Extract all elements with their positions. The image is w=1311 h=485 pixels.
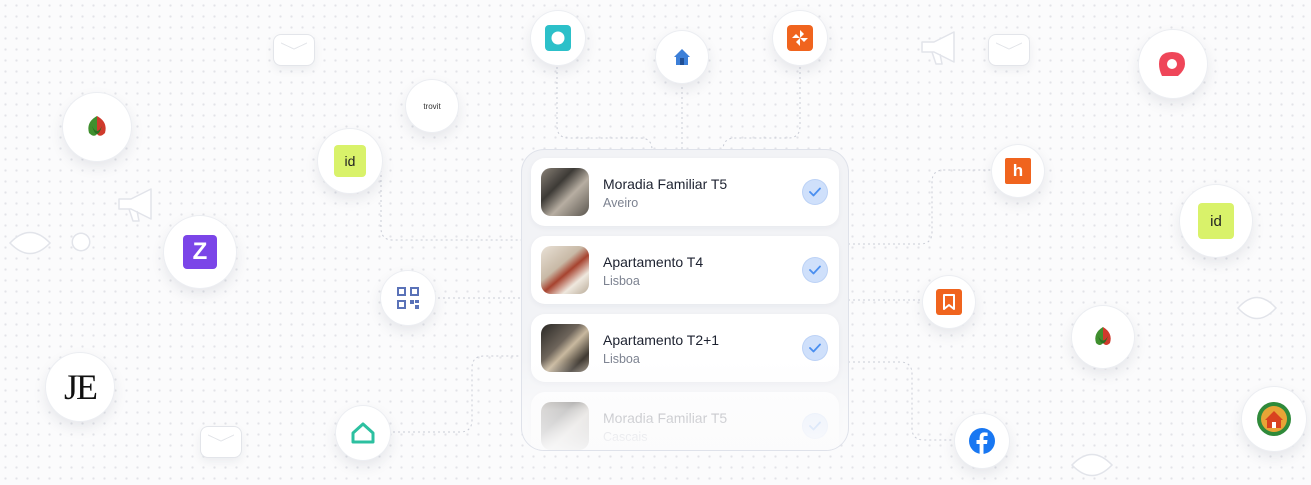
listing-thumbnail bbox=[541, 324, 589, 372]
house-icon bbox=[674, 49, 690, 65]
listing-thumbnail bbox=[541, 246, 589, 294]
leaf-ghost-icon bbox=[8, 231, 52, 255]
listing-title: Moradia Familiar T5 bbox=[603, 176, 728, 192]
zome-logo-node[interactable]: Z bbox=[164, 216, 236, 288]
trovit-wordmark: trovit bbox=[423, 101, 441, 111]
selected-check[interactable] bbox=[803, 258, 827, 282]
bookmark-logo-node[interactable] bbox=[923, 276, 975, 328]
checkmark-icon bbox=[809, 421, 821, 431]
listing-location: Lisboa bbox=[603, 274, 640, 288]
idealista-wordmark: id bbox=[1210, 212, 1222, 230]
je-wordmark: JE bbox=[64, 367, 98, 407]
envelope-chip bbox=[201, 427, 241, 457]
qr-grid-icon bbox=[397, 287, 419, 309]
listings-panel: Moradia Familiar T5 Aveiro Apartamento T… bbox=[522, 150, 848, 450]
habitaclia-letter: h bbox=[1012, 161, 1024, 180]
je-logo-node[interactable]: JE bbox=[46, 353, 114, 421]
checkmark-icon bbox=[809, 343, 821, 353]
habitaclia-logo: h bbox=[1005, 158, 1031, 184]
listing-item[interactable]: Moradia Familiar T5 Cascais bbox=[531, 392, 839, 450]
pinwheel-icon bbox=[787, 25, 813, 51]
listing-location: Cascais bbox=[603, 430, 648, 444]
idealista-logo-node[interactable]: id bbox=[318, 129, 382, 193]
listing-item[interactable]: Apartamento T4 Lisboa bbox=[531, 236, 839, 304]
listing-title: Apartamento T4 bbox=[603, 254, 704, 270]
megaphone-ghost-icon bbox=[118, 188, 152, 222]
facebook-icon bbox=[969, 428, 995, 454]
checkmark-icon bbox=[809, 265, 821, 275]
small-dot-ghost bbox=[73, 234, 89, 250]
listing-location: Aveiro bbox=[603, 196, 639, 210]
idealista-wordmark: id bbox=[344, 153, 356, 169]
envelope-chip bbox=[274, 35, 314, 65]
zome-logo: Z bbox=[183, 235, 217, 269]
idealista-logo-node[interactable]: id bbox=[1180, 185, 1252, 257]
location-pin-logo-node[interactable] bbox=[1139, 30, 1207, 98]
grid-logo-node[interactable] bbox=[381, 271, 435, 325]
quinta-logo-node[interactable] bbox=[1072, 306, 1134, 368]
zome-letter: Z bbox=[192, 238, 208, 265]
square-ring-icon bbox=[545, 25, 571, 51]
idealista-logo: id bbox=[334, 145, 366, 177]
listing-item[interactable]: Apartamento T2+1 Lisboa bbox=[531, 314, 839, 382]
quinta-logo-node[interactable] bbox=[63, 93, 131, 161]
house-outline-icon bbox=[351, 422, 375, 444]
leaf-ghost-icon bbox=[1236, 296, 1278, 320]
habitaclia-logo-node[interactable]: h bbox=[992, 145, 1044, 197]
green-leaf-icon bbox=[1095, 327, 1111, 345]
square-logo-node[interactable] bbox=[531, 11, 585, 65]
location-pin-icon bbox=[1159, 52, 1185, 76]
selected-check[interactable] bbox=[803, 180, 827, 204]
facebook-logo-node[interactable] bbox=[955, 414, 1009, 468]
house-badge-icon bbox=[1257, 402, 1291, 436]
green-leaf-icon bbox=[88, 116, 106, 136]
envelope-chip bbox=[989, 35, 1029, 65]
listing-thumbnail bbox=[541, 402, 589, 450]
idealista-logo: id bbox=[1198, 203, 1234, 239]
bookmark-square-icon bbox=[936, 289, 962, 315]
megaphone-ghost-icon bbox=[921, 31, 955, 65]
listing-title: Apartamento T2+1 bbox=[603, 332, 720, 348]
checkmark-icon bbox=[809, 187, 821, 197]
trovit-logo-node[interactable]: trovit bbox=[406, 80, 458, 132]
listing-location: Lisboa bbox=[603, 352, 640, 366]
casa-logo-node[interactable] bbox=[336, 406, 390, 460]
leaf-ghost-icon bbox=[1070, 453, 1114, 477]
house-badge-logo-node[interactable] bbox=[1242, 387, 1306, 451]
selected-check[interactable] bbox=[803, 336, 827, 360]
selected-check[interactable] bbox=[803, 414, 827, 438]
listing-thumbnail bbox=[541, 168, 589, 216]
house-logo-node[interactable] bbox=[656, 31, 708, 83]
pinwheel-logo-node[interactable] bbox=[773, 11, 827, 65]
listing-item[interactable]: Moradia Familiar T5 Aveiro bbox=[531, 158, 839, 226]
listing-title: Moradia Familiar T5 bbox=[603, 410, 728, 426]
